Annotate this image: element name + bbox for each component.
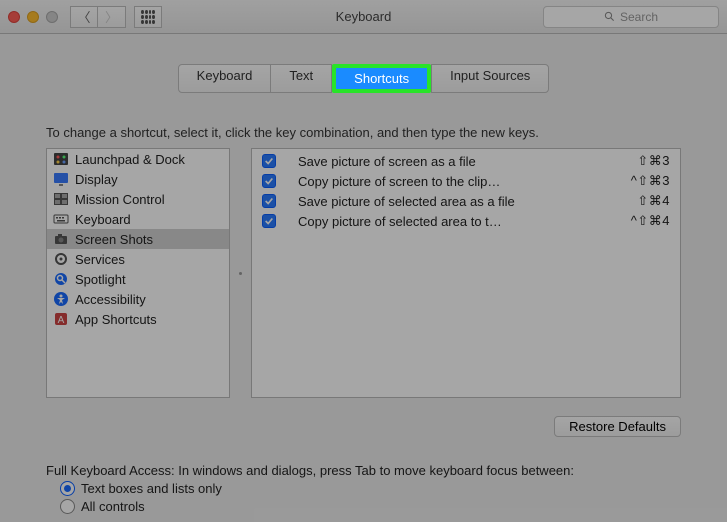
instruction-text: To change a shortcut, select it, click t… <box>46 125 681 140</box>
category-label: Screen Shots <box>75 232 153 247</box>
show-all-prefs-button[interactable] <box>134 6 162 28</box>
checkbox-icon[interactable] <box>262 194 276 208</box>
shortcut-label: Copy picture of screen to the clip… <box>298 174 623 189</box>
category-list[interactable]: Launchpad & Dock Display Mission Control Ke… <box>46 148 230 398</box>
category-label: Mission Control <box>75 192 165 207</box>
window-titlebar: 〈 〉 Keyboard Search <box>0 0 727 34</box>
category-label: App Shortcuts <box>75 312 157 327</box>
shortcut-key: ⇧⌘4 <box>637 193 670 209</box>
shortcut-row[interactable]: Save picture of screen as a file ⇧⌘3 <box>252 151 680 171</box>
spotlight-icon <box>53 271 69 287</box>
tab-keyboard[interactable]: Keyboard <box>178 64 272 93</box>
category-item-spotlight[interactable]: Spotlight <box>47 269 229 289</box>
category-item-keyboard[interactable]: Keyboard <box>47 209 229 229</box>
shortcut-row[interactable]: Save picture of selected area as a file ⇧… <box>252 191 680 211</box>
category-label: Keyboard <box>75 212 131 227</box>
shortcut-label: Save picture of screen as a file <box>298 154 629 169</box>
fka-intro-text: Full Keyboard Access: In windows and dia… <box>46 463 681 478</box>
shortcut-key: ^⇧⌘3 <box>631 173 670 189</box>
checkbox-icon[interactable] <box>262 174 276 188</box>
app-icon: A <box>53 311 69 327</box>
traffic-lights <box>8 11 58 23</box>
radio-label: All controls <box>81 499 145 514</box>
shortcut-row[interactable]: Copy picture of selected area to t… ^⇧⌘4 <box>252 211 680 231</box>
search-input[interactable]: Search <box>543 6 719 28</box>
shortcut-label: Save picture of selected area as a file <box>298 194 629 209</box>
category-label: Launchpad & Dock <box>75 152 185 167</box>
panel-resizer[interactable] <box>238 148 243 398</box>
accessibility-icon <box>53 291 69 307</box>
fka-radio-textboxes[interactable]: Text boxes and lists only <box>60 481 681 496</box>
gear-icon <box>53 251 69 267</box>
radio-icon <box>60 481 75 496</box>
category-label: Spotlight <box>75 272 126 287</box>
checkbox-icon[interactable] <box>262 214 276 228</box>
fka-radio-allcontrols[interactable]: All controls <box>60 499 681 514</box>
tab-segment-control: KeyboardTextShortcutsInput Sources <box>46 64 681 93</box>
keyboard-icon <box>53 211 69 227</box>
minimize-window-button[interactable] <box>27 11 39 23</box>
shortcut-row[interactable]: Copy picture of screen to the clip… ^⇧⌘3 <box>252 171 680 191</box>
launchpad-icon <box>53 151 69 167</box>
category-item-launchpad-dock[interactable]: Launchpad & Dock <box>47 149 229 169</box>
category-label: Accessibility <box>75 292 146 307</box>
search-placeholder: Search <box>620 10 658 24</box>
shortcut-list[interactable]: Save picture of screen as a file ⇧⌘3 Copy … <box>251 148 681 398</box>
tab-shortcuts[interactable]: Shortcuts <box>332 64 431 93</box>
category-item-accessibility[interactable]: Accessibility <box>47 289 229 309</box>
category-item-app-shortcuts[interactable]: A App Shortcuts <box>47 309 229 329</box>
close-window-button[interactable] <box>8 11 20 23</box>
tab-input-sources[interactable]: Input Sources <box>431 64 549 93</box>
category-label: Display <box>75 172 118 187</box>
zoom-window-button[interactable] <box>46 11 58 23</box>
chevron-right-icon: 〉 <box>105 7 118 26</box>
search-icon <box>604 11 615 22</box>
category-item-services[interactable]: Services <box>47 249 229 269</box>
mission-icon <box>53 191 69 207</box>
category-label: Services <box>75 252 125 267</box>
back-button[interactable]: 〈 <box>70 6 98 28</box>
forward-button[interactable]: 〉 <box>98 6 126 28</box>
radio-label: Text boxes and lists only <box>81 481 222 496</box>
checkbox-icon[interactable] <box>262 154 276 168</box>
category-item-display[interactable]: Display <box>47 169 229 189</box>
shortcut-label: Copy picture of selected area to t… <box>298 214 623 229</box>
grid-icon <box>141 10 155 24</box>
svg-text:A: A <box>58 315 65 326</box>
camera-icon <box>53 231 69 247</box>
category-item-screen-shots[interactable]: Screen Shots <box>47 229 229 249</box>
shortcut-key: ⇧⌘3 <box>637 153 670 169</box>
chevron-left-icon: 〈 <box>77 7 90 26</box>
category-item-mission-control[interactable]: Mission Control <box>47 189 229 209</box>
display-icon <box>53 171 69 187</box>
radio-icon <box>60 499 75 514</box>
tab-text[interactable]: Text <box>271 64 332 93</box>
restore-defaults-button[interactable]: Restore Defaults <box>554 416 681 437</box>
shortcut-key: ^⇧⌘4 <box>631 213 670 229</box>
